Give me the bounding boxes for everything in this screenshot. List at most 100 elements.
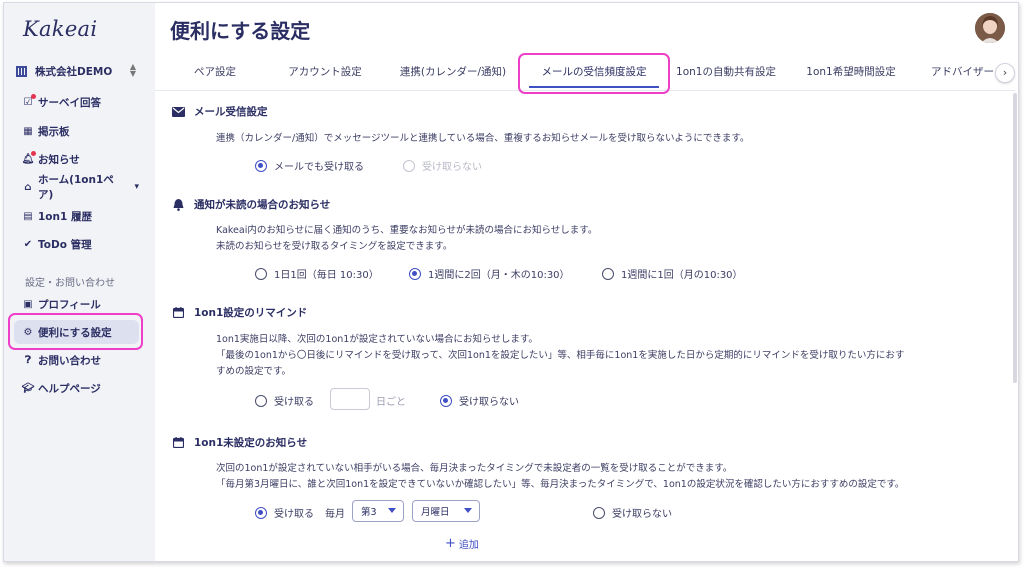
building-icon [16, 65, 27, 77]
plus-icon: + [445, 535, 456, 551]
section-title: 1on1未設定のお知らせ [194, 437, 308, 449]
chevron-down-icon: ▾ [134, 182, 139, 192]
radio-circle [255, 267, 267, 280]
weekday-select-value: 月曜日 [421, 507, 450, 518]
mail-setting-header: メール受信設定 [171, 104, 268, 119]
weekday-select[interactable]: 月曜日 [412, 500, 480, 522]
page-title: 便利にする設定 [170, 19, 311, 43]
remind-days-suffix: 日ごと [376, 397, 406, 408]
sidebar-item-label: 掲示板 [38, 125, 70, 138]
notification-dot [31, 151, 36, 156]
caret-down-icon [388, 508, 396, 513]
mail-icon [171, 106, 185, 118]
radio-unread-weekly[interactable]: 1週間に1回（月の10:30） [602, 266, 743, 281]
avatar[interactable] [975, 13, 1005, 43]
radio-unset-no-receive[interactable]: 受け取らない [593, 505, 672, 520]
add-label: 追加 [458, 540, 479, 551]
bell-icon: 🔔︎ [22, 151, 36, 165]
sidebar-item-contact[interactable]: ❓︎ お問い合わせ [14, 348, 139, 372]
radio-label: 1週間に2回（月・木の10:30） [428, 270, 570, 281]
bell-icon [171, 198, 185, 211]
section-description-line1: Kakeai内のお知らせに届く通知のうち、重要なお知らせが未読の場合にお知らせし… [216, 225, 598, 236]
radio-circle [409, 267, 421, 280]
section-title: 1on1設定のリマインド [194, 307, 308, 319]
add-timing-button[interactable]: + 追加 [445, 535, 479, 552]
history-icon: ▤ [23, 210, 33, 222]
radio-label: 1日1回（毎日 10:30） [274, 270, 379, 281]
sidebar-item-label: プロフィール [38, 298, 101, 311]
question-icon: ❓︎ [24, 354, 31, 366]
notification-dot [31, 94, 36, 99]
sidebar-item-home[interactable]: ⌂ ホーム(1on1ペア) ▾ [14, 174, 139, 201]
monthly-label: 毎月 [325, 509, 345, 520]
radio-label: 受け取らない [422, 162, 482, 173]
sidebar-item-label: 1on1 履歴 [38, 210, 92, 223]
sidebar: Kakeai 株式会社DEMO ▲ ▼ ☑ サーベイ回答 ▦ 掲示板 🔔︎ お知ら… [4, 3, 155, 561]
check-circle-icon: ✔ [23, 238, 33, 250]
radio-circle [440, 394, 452, 407]
company-name: 株式会社DEMO [35, 65, 113, 78]
profile-icon: ▣ [23, 298, 33, 310]
highlight-box-sidebar [8, 313, 143, 350]
sidebar-item-label: ヘルプページ [38, 382, 101, 395]
radio-remind-receive[interactable]: 受け取る [255, 393, 314, 408]
radio-circle [255, 394, 267, 407]
radio-remind-no-receive[interactable]: 受け取らない [440, 393, 519, 408]
tab-pair-settings[interactable]: ペア設定 [175, 57, 255, 90]
home-icon: ⌂ [24, 181, 32, 193]
avatar-image [975, 13, 1005, 43]
updown-chevron-icon: ▲ ▼ [129, 62, 136, 78]
radio-unread-twice-weekly[interactable]: 1週間に2回（月・木の10:30） [409, 266, 570, 281]
section-description-line2: 「最後の1on1から〇日後にリマインドを受け取って、次回1on1を設定したい」等… [216, 350, 905, 361]
remind-header: 1on1設定のリマインド [171, 305, 307, 320]
highlight-box-tab [518, 53, 670, 94]
radio-circle [593, 506, 605, 519]
tab-auto-share[interactable]: 1on1の自動共有設定 [673, 57, 779, 90]
sidebar-item-notifications[interactable]: 🔔︎ お知らせ [14, 147, 139, 171]
app-window: Kakeai 株式会社DEMO ▲ ▼ ☑ サーベイ回答 ▦ 掲示板 🔔︎ お知ら… [3, 2, 1019, 562]
sidebar-item-label: お問い合わせ [38, 354, 101, 367]
company-switcher[interactable]: 株式会社DEMO ▲ ▼ [16, 63, 146, 79]
sidebar-item-help[interactable]: 🎓︎ ヘルプページ [14, 376, 139, 400]
radio-label: 受け取らない [459, 397, 519, 408]
tab-integration[interactable]: 連携(カレンダー/通知) [393, 57, 513, 90]
radio-circle [403, 159, 415, 172]
radio-mail-no-receive[interactable]: 受け取らない [403, 158, 482, 173]
radio-unread-daily[interactable]: 1日1回（毎日 10:30） [255, 266, 379, 281]
week-select[interactable]: 第3 [352, 500, 404, 522]
settings-section-label: 設定・お問い合わせ [25, 278, 115, 289]
section-description-line2: 未読のお知らせを受け取るタイミングを設定できます。 [216, 241, 453, 252]
main-content: 便利にする設定 ペア設定 アカウント設定 連携(カレンダー/通知) メールの受信… [155, 3, 1018, 561]
sidebar-item-survey[interactable]: ☑ サーベイ回答 [14, 90, 139, 114]
board-icon: ▦ [23, 125, 33, 137]
sidebar-item-label: ホーム(1on1ペア) [38, 174, 114, 201]
sidebar-item-label: サーベイ回答 [38, 96, 101, 109]
sidebar-item-todo[interactable]: ✔ ToDo 管理 [14, 232, 139, 256]
caret-down-icon [464, 508, 472, 513]
tab-advisor[interactable]: アドバイザー [931, 57, 995, 90]
section-description-line1: 1on1実施日以降、次回の1on1が設定されていない場合にお知らせします。 [216, 334, 538, 345]
tab-preferred-time[interactable]: 1on1希望時間設定 [803, 57, 899, 90]
scrollbar[interactable] [1013, 93, 1017, 383]
remind-days-input[interactable] [330, 388, 370, 410]
sidebar-item-board[interactable]: ▦ 掲示板 [14, 119, 139, 143]
calendar-icon [171, 437, 185, 449]
radio-label: メールでも受け取る [274, 162, 364, 173]
radio-label: 受け取る [274, 397, 314, 408]
section-title: 通知が未読の場合のお知らせ [194, 199, 331, 211]
sidebar-item-label: ToDo 管理 [38, 238, 92, 251]
week-select-value: 第3 [361, 507, 377, 518]
radio-circle [255, 159, 267, 172]
unread-notice-header: 通知が未読の場合のお知らせ [171, 197, 330, 212]
calendar-icon [171, 307, 185, 319]
section-description-line2: 「毎月第3月曜日に、誰と次回1on1を設定できていないか確認したい」等、毎月決ま… [216, 479, 905, 490]
radio-mail-receive[interactable]: メールでも受け取る [255, 158, 364, 173]
sidebar-item-history[interactable]: ▤ 1on1 履歴 [14, 204, 139, 228]
radio-label: 1週間に1回（月の10:30） [621, 270, 743, 281]
survey-icon: ☑ [22, 94, 36, 108]
tab-account-settings[interactable]: アカウント設定 [280, 57, 370, 90]
radio-unset-receive[interactable]: 受け取る [255, 505, 314, 520]
tab-scroll-right-button[interactable]: › [995, 63, 1015, 83]
radio-circle [255, 506, 267, 519]
radio-label: 受け取る [274, 509, 314, 520]
